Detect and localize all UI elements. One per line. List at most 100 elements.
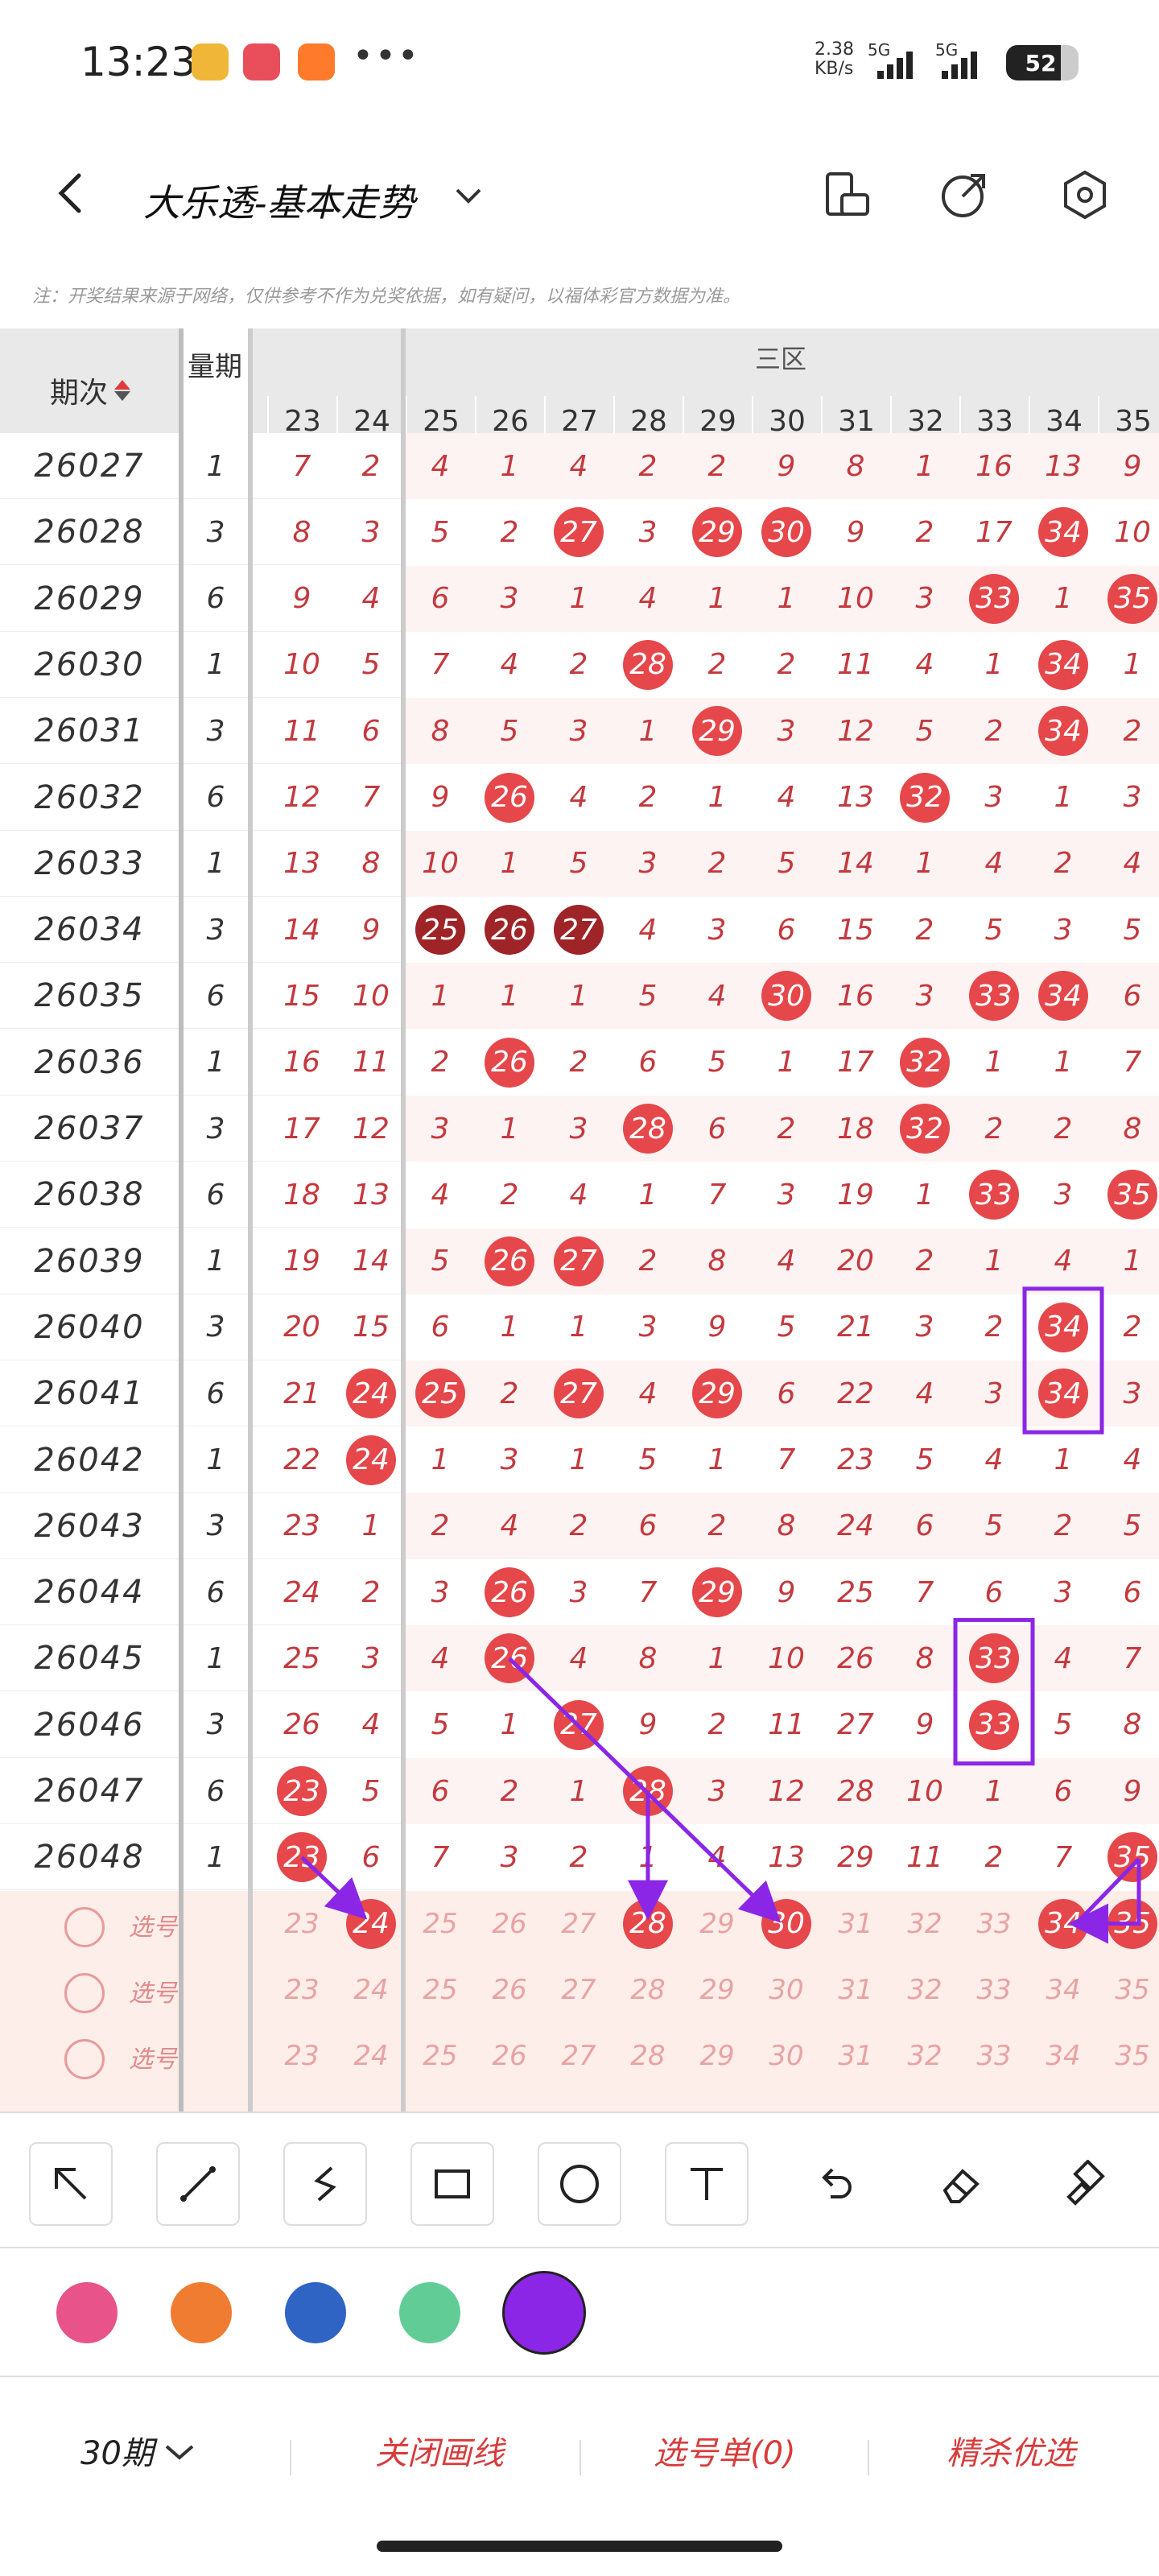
number-cell[interactable]: 10	[1098, 499, 1159, 565]
rectangle-icon[interactable]	[410, 2142, 494, 2226]
number-cell[interactable]: 28	[821, 1758, 890, 1824]
number-cell[interactable]: 2	[613, 1228, 683, 1294]
number-cell[interactable]: 9	[890, 1692, 959, 1758]
number-cell[interactable]: 10	[890, 1758, 959, 1824]
number-cell[interactable]: 16	[959, 433, 1029, 499]
number-cell[interactable]: 8	[336, 831, 406, 897]
number-cell[interactable]: 6	[683, 1096, 752, 1162]
number-cell[interactable]: 21	[267, 1360, 336, 1426]
number-cell[interactable]: 4	[544, 1162, 613, 1228]
number-cell[interactable]: 1	[1029, 566, 1098, 632]
number-cell[interactable]: 9	[683, 1294, 752, 1360]
sort-icon[interactable]	[114, 380, 130, 401]
number-cell[interactable]: 2	[544, 1493, 613, 1559]
number-cell[interactable]: 2	[752, 632, 821, 698]
number-cell[interactable]: 4	[475, 632, 544, 698]
number-cell[interactable]: 1	[406, 1427, 475, 1493]
number-cell[interactable]: 6	[959, 1559, 1029, 1625]
number-cell[interactable]: 23	[267, 1493, 336, 1559]
number-cell[interactable]: 4	[336, 566, 406, 632]
number-cell[interactable]: 3	[890, 1294, 959, 1360]
line-icon[interactable]	[156, 2142, 240, 2226]
undo-icon[interactable]	[792, 2142, 876, 2226]
number-cell[interactable]: 5	[959, 897, 1029, 963]
pick-number[interactable]: 24	[336, 1891, 406, 1957]
number-cell[interactable]: 6	[752, 897, 821, 963]
number-cell[interactable]: 9	[336, 897, 406, 963]
number-cell[interactable]: 16	[821, 963, 890, 1029]
number-cell[interactable]: 1	[890, 433, 959, 499]
number-cell[interactable]: 9	[613, 1692, 683, 1758]
number-cell[interactable]: 2	[406, 1030, 475, 1096]
number-cell[interactable]: 7	[267, 433, 336, 499]
number-cell[interactable]: 35	[1098, 1824, 1159, 1890]
pick-number[interactable]: 30	[752, 1957, 821, 2023]
chevron-down-icon[interactable]	[451, 177, 486, 213]
number-cell[interactable]: 9	[752, 1559, 821, 1625]
number-cell[interactable]: 5	[752, 1294, 821, 1360]
number-cell[interactable]: 17	[959, 499, 1029, 565]
number-cell[interactable]: 2	[959, 1824, 1029, 1890]
number-cell[interactable]: 4	[544, 765, 613, 831]
number-cell[interactable]: 3	[475, 1427, 544, 1493]
number-cell[interactable]: 27	[544, 897, 613, 963]
number-cell[interactable]: 2	[336, 433, 406, 499]
number-cell[interactable]: 34	[1029, 632, 1098, 698]
number-cell[interactable]: 33	[959, 1692, 1029, 1758]
number-cell[interactable]: 9	[752, 433, 821, 499]
color-swatch[interactable]	[56, 2282, 118, 2343]
number-cell[interactable]: 26	[475, 1030, 544, 1096]
number-cell[interactable]: 4	[959, 831, 1029, 897]
number-cell[interactable]: 3	[890, 963, 959, 1029]
number-cell[interactable]: 9	[406, 765, 475, 831]
number-cell[interactable]: 8	[683, 1228, 752, 1294]
pick-number[interactable]: 24	[336, 1957, 406, 2023]
number-cell[interactable]: 13	[821, 765, 890, 831]
pick-radio[interactable]	[64, 1906, 105, 1947]
number-cell[interactable]: 2	[752, 1096, 821, 1162]
number-cell[interactable]: 1	[613, 698, 683, 764]
number-cell[interactable]: 28	[613, 632, 683, 698]
pick-number[interactable]: 27	[544, 2023, 613, 2089]
number-cell[interactable]: 2	[890, 897, 959, 963]
number-cell[interactable]: 9	[821, 499, 890, 565]
pick-number[interactable]: 35	[1098, 2023, 1159, 2089]
number-cell[interactable]: 6	[1098, 1559, 1159, 1625]
number-cell[interactable]: 2	[406, 1493, 475, 1559]
number-cell[interactable]: 2	[890, 499, 959, 565]
number-cell[interactable]: 14	[267, 897, 336, 963]
number-cell[interactable]: 1	[890, 831, 959, 897]
number-cell[interactable]: 10	[406, 831, 475, 897]
number-cell[interactable]: 4	[406, 1162, 475, 1228]
number-cell[interactable]: 4	[406, 1625, 475, 1691]
number-cell[interactable]: 6	[1029, 1758, 1098, 1824]
number-cell[interactable]: 8	[1098, 1692, 1159, 1758]
number-cell[interactable]: 2	[613, 765, 683, 831]
number-cell[interactable]: 1	[544, 963, 613, 1029]
number-cell[interactable]: 2	[683, 433, 752, 499]
pick-number[interactable]: 25	[406, 1957, 475, 2023]
number-cell[interactable]: 2	[475, 1758, 544, 1824]
number-cell[interactable]: 6	[336, 698, 406, 764]
number-cell[interactable]: 22	[267, 1427, 336, 1493]
number-cell[interactable]: 2	[683, 632, 752, 698]
number-cell[interactable]: 25	[267, 1625, 336, 1691]
number-cell[interactable]: 2	[890, 1228, 959, 1294]
number-cell[interactable]: 2	[475, 499, 544, 565]
number-cell[interactable]: 1	[752, 1030, 821, 1096]
number-cell[interactable]: 2	[544, 1030, 613, 1096]
pick-number[interactable]: 30	[752, 1891, 821, 1957]
pick-number[interactable]: 25	[406, 1891, 475, 1957]
number-cell[interactable]: 3	[1098, 765, 1159, 831]
number-cell[interactable]: 26	[475, 1228, 544, 1294]
number-cell[interactable]: 3	[544, 698, 613, 764]
number-cell[interactable]: 7	[1098, 1030, 1159, 1096]
number-cell[interactable]: 10	[336, 963, 406, 1029]
number-cell[interactable]: 3	[475, 1824, 544, 1890]
number-cell[interactable]: 1	[1029, 1030, 1098, 1096]
pick-number[interactable]: 25	[406, 2023, 475, 2089]
number-cell[interactable]: 4	[406, 433, 475, 499]
number-cell[interactable]: 1	[613, 1824, 683, 1890]
number-cell[interactable]: 3	[752, 1162, 821, 1228]
number-cell[interactable]: 26	[475, 1559, 544, 1625]
